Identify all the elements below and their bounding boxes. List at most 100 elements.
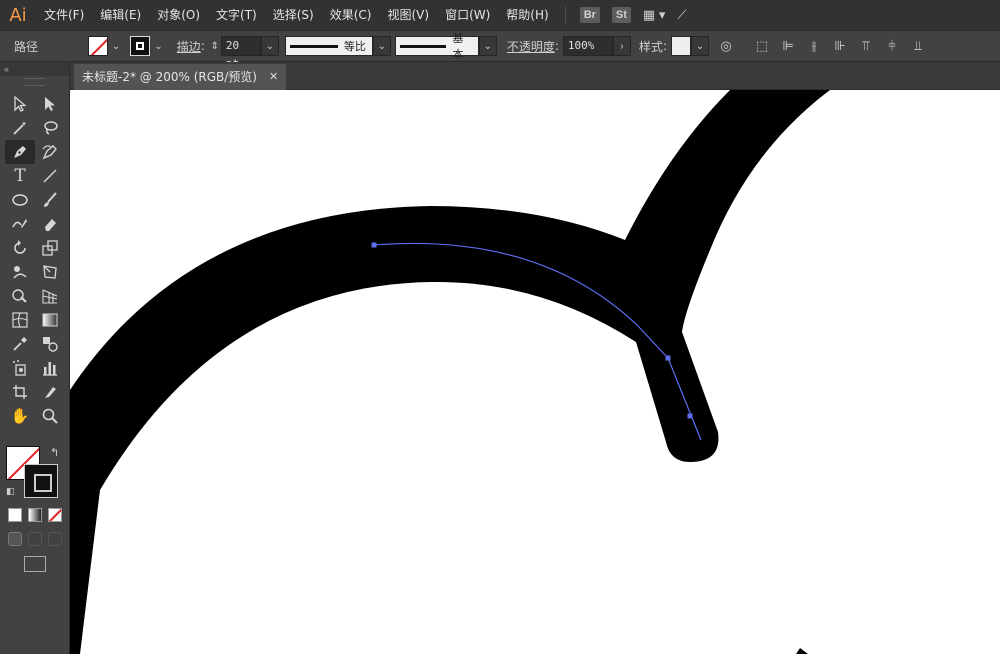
selection-tool-icon[interactable] bbox=[5, 92, 35, 116]
style-label: 样式 bbox=[638, 39, 663, 54]
app-logo: Ai bbox=[9, 4, 27, 26]
anchor-point[interactable] bbox=[687, 413, 693, 419]
colon-separator: : bbox=[662, 39, 667, 53]
chevron-down-icon[interactable]: ⌄ bbox=[112, 41, 120, 52]
style-dropdown[interactable]: ⌄ bbox=[690, 36, 709, 56]
bridge-button[interactable]: Br bbox=[579, 7, 600, 23]
none-mode-icon[interactable] bbox=[48, 508, 62, 522]
blend-tool-icon[interactable] bbox=[35, 332, 65, 356]
stroke-color-swatch[interactable] bbox=[130, 36, 151, 56]
draw-inside-icon[interactable] bbox=[48, 532, 62, 546]
magic-wand-tool-icon[interactable] bbox=[5, 116, 35, 140]
draw-normal-icon[interactable] bbox=[8, 532, 22, 546]
stroke-weight-dropdown[interactable]: ⌄ bbox=[260, 36, 279, 56]
gradient-mode-icon[interactable] bbox=[28, 508, 42, 522]
panel-collapse-icon[interactable]: « bbox=[0, 62, 69, 76]
menu-type[interactable]: 文字(T) bbox=[208, 0, 265, 30]
paintbrush-tool-icon[interactable] bbox=[35, 188, 65, 212]
recolor-artwork-icon[interactable]: ◎ bbox=[717, 38, 735, 54]
align-right-icon[interactable]: ⊪ bbox=[831, 38, 849, 54]
direct-selection-tool-icon[interactable] bbox=[35, 92, 65, 116]
align-top-icon[interactable]: ⫪ bbox=[857, 38, 875, 54]
free-transform-tool-icon[interactable] bbox=[35, 260, 65, 284]
slice-tool-icon[interactable] bbox=[35, 380, 65, 404]
pen-tool-icon[interactable] bbox=[5, 140, 35, 164]
align-left-icon[interactable]: ⊫ bbox=[779, 38, 797, 54]
tools-panel: « T ✋ ↰ ◧ bbox=[0, 62, 70, 654]
opacity-slider-button[interactable]: › bbox=[612, 36, 631, 56]
column-graph-tool-icon[interactable] bbox=[35, 356, 65, 380]
stroke-weight-stepper[interactable]: ⇕ bbox=[209, 36, 221, 56]
color-mode-icon[interactable] bbox=[8, 508, 22, 522]
shape-builder-tool-icon[interactable] bbox=[5, 284, 35, 308]
screen-mode-icon[interactable] bbox=[24, 556, 46, 572]
graphic-style-swatch[interactable] bbox=[670, 36, 691, 56]
scale-tool-icon[interactable] bbox=[35, 236, 65, 260]
draw-behind-icon[interactable] bbox=[28, 532, 42, 546]
close-icon[interactable]: ✕ bbox=[269, 64, 278, 90]
line-segment-tool-icon[interactable] bbox=[35, 164, 65, 188]
symbol-sprayer-tool-icon[interactable] bbox=[5, 356, 35, 380]
artwork bbox=[70, 90, 830, 654]
artboard-tool-icon[interactable] bbox=[5, 380, 35, 404]
eraser-tool-icon[interactable] bbox=[35, 212, 65, 236]
brush-line-preview bbox=[399, 44, 447, 48]
default-fill-stroke-icon[interactable]: ◧ bbox=[6, 486, 15, 497]
perspective-grid-tool-icon[interactable] bbox=[35, 284, 65, 308]
menu-view[interactable]: 视图(V) bbox=[379, 0, 437, 30]
align-center-icon[interactable]: ⫲ bbox=[805, 38, 823, 54]
gradient-tool-icon[interactable] bbox=[35, 308, 65, 332]
shaper-tool-icon[interactable] bbox=[5, 212, 35, 236]
colon-separator: : bbox=[200, 39, 205, 53]
stroke-weight-input[interactable]: 20 pt bbox=[220, 36, 261, 70]
panel-grip[interactable] bbox=[24, 78, 45, 86]
fill-color-swatch[interactable] bbox=[88, 36, 109, 56]
anchor-point[interactable] bbox=[371, 242, 377, 248]
variable-width-profile[interactable]: 等比 bbox=[284, 36, 373, 56]
anchor-point[interactable] bbox=[665, 355, 671, 361]
opacity-label[interactable]: 不透明度 bbox=[507, 38, 555, 55]
rotate-tool-icon[interactable] bbox=[5, 236, 35, 260]
puppet-warp-tool-icon[interactable] bbox=[5, 260, 35, 284]
brush-definition[interactable]: 基本 bbox=[394, 32, 479, 61]
ellipse-tool-icon[interactable] bbox=[5, 188, 35, 212]
control-bar: 路径 ⌄ ⌄ 描边 : ⇕ 20 pt ⌄ 等比 ⌄ 基本 ⌄ 不透明度 : 1… bbox=[0, 30, 1000, 70]
eyedropper-tool-icon[interactable] bbox=[5, 332, 35, 356]
chevron-down-icon[interactable]: ⌄ bbox=[154, 41, 162, 52]
lasso-tool-icon[interactable] bbox=[35, 116, 65, 140]
swap-fill-stroke-icon[interactable]: ↰ bbox=[50, 446, 59, 459]
workspace-layout-icon[interactable]: ▦ ▾ bbox=[643, 7, 665, 23]
type-tool-icon[interactable]: T bbox=[5, 164, 35, 188]
hand-tool-icon[interactable]: ✋ bbox=[5, 404, 35, 428]
menu-effect[interactable]: 效果(C) bbox=[322, 0, 380, 30]
align-middle-icon[interactable]: ⫩ bbox=[883, 38, 901, 54]
opacity-input[interactable]: 100% bbox=[562, 36, 613, 56]
align-bottom-icon[interactable]: ⫫ bbox=[909, 38, 927, 54]
menu-bar: Ai 文件(F) 编辑(E) 对象(O) 文字(T) 选择(S) 效果(C) 视… bbox=[0, 0, 1000, 30]
draw-mode-row bbox=[8, 532, 62, 546]
transform-icon[interactable]: ⬚ bbox=[753, 38, 771, 54]
tool-grid: T ✋ bbox=[0, 88, 69, 432]
menu-help[interactable]: 帮助(H) bbox=[498, 0, 556, 30]
gpu-performance-icon[interactable]: ⟋ bbox=[677, 7, 686, 23]
artboard-canvas[interactable] bbox=[70, 90, 1000, 654]
menu-file[interactable]: 文件(F) bbox=[36, 0, 92, 30]
stroke-label[interactable]: 描边 bbox=[177, 38, 201, 55]
profile-dropdown[interactable]: ⌄ bbox=[372, 36, 391, 56]
document-tab-title: 未标题-2* @ 200% (RGB/预览) bbox=[82, 70, 257, 84]
stroke-path-shape[interactable] bbox=[70, 90, 830, 654]
curvature-tool-icon[interactable] bbox=[35, 140, 65, 164]
menu-select[interactable]: 选择(S) bbox=[265, 0, 322, 30]
menu-edit[interactable]: 编辑(E) bbox=[92, 0, 149, 30]
zoom-tool-icon[interactable] bbox=[35, 404, 65, 428]
menu-object[interactable]: 对象(O) bbox=[149, 0, 208, 30]
brush-label: 基本 bbox=[452, 32, 464, 61]
brush-dropdown[interactable]: ⌄ bbox=[478, 36, 497, 56]
menu-window[interactable]: 窗口(W) bbox=[437, 0, 498, 30]
document-tab-strip: 未标题-2* @ 200% (RGB/预览) ✕ bbox=[70, 62, 1000, 90]
mesh-tool-icon[interactable] bbox=[5, 308, 35, 332]
color-mode-row bbox=[8, 508, 62, 522]
stroke-swatch[interactable] bbox=[24, 464, 58, 498]
stock-button[interactable]: St bbox=[611, 7, 631, 23]
document-tab[interactable]: 未标题-2* @ 200% (RGB/预览) ✕ bbox=[74, 64, 287, 90]
